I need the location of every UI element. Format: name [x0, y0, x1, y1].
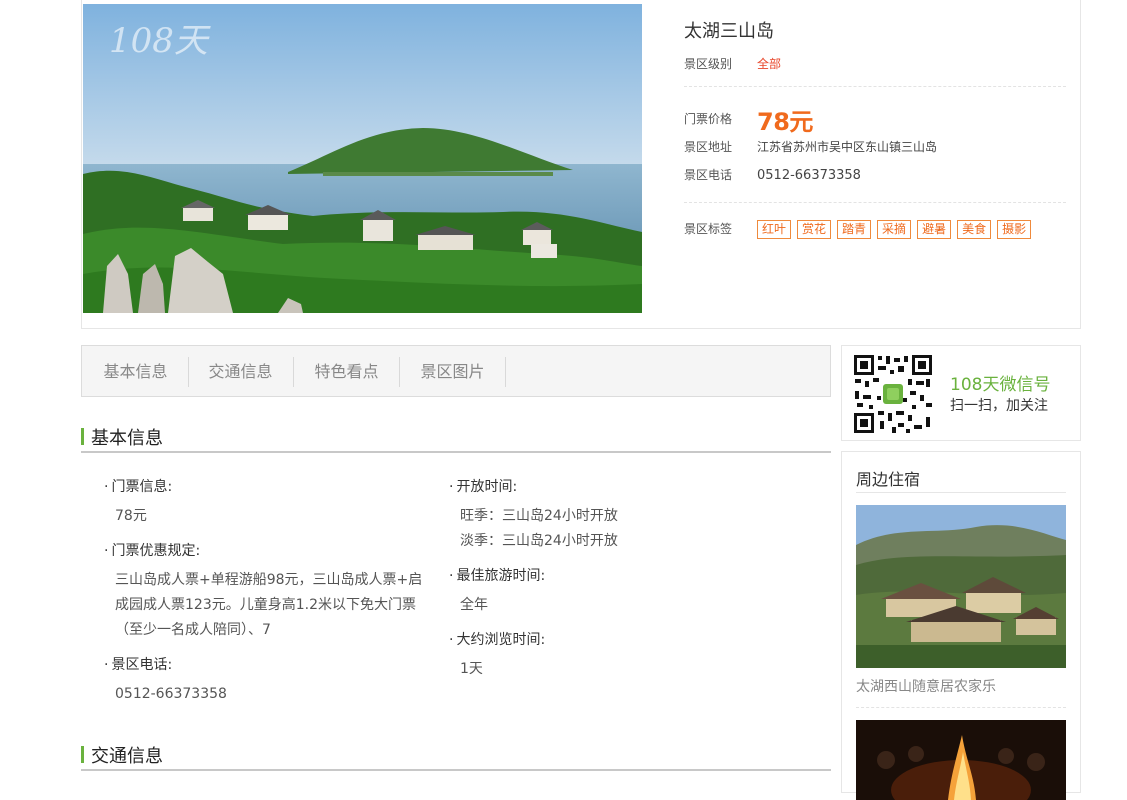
level-label: 景区级别 [684, 57, 733, 71]
scenic-tag[interactable]: 红叶 [757, 220, 792, 239]
level-row: 景区级别 全部 [684, 55, 781, 72]
tags-label: 景区标签 [684, 222, 733, 236]
scenic-hero-image[interactable]: 108天 [83, 4, 642, 313]
duration-value: 1天 [460, 661, 483, 677]
open-time-text: 旺季：三山岛24小时开放 淡季：三山岛24小时开放 [460, 504, 618, 554]
watermark-text: 108天 [109, 21, 211, 61]
price-label: 门票价格 [684, 112, 733, 126]
discount-text: 三山岛成人票+单程游船98元，三山岛成人票+启 成园成人票123元。儿童身高1.… [115, 568, 425, 643]
detail-tabs: 基本信息 交通信息 特色看点 景区图片 [81, 345, 831, 397]
divider [856, 492, 1066, 493]
scenic-tag[interactable]: 摄影 [997, 220, 1032, 239]
ticket-info-value: 78元 [115, 508, 147, 524]
level-value[interactable]: 全部 [757, 57, 781, 71]
phone-value: 0512-66373358 [757, 168, 861, 183]
tab-photos[interactable]: 景区图片 [400, 357, 506, 387]
scenic-title: 太湖三山岛 [684, 21, 774, 42]
nearby-lodging-card: 周边住宿 太湖西山随意居农家乐 [841, 451, 1081, 800]
wechat-title: 108天微信号 [950, 375, 1051, 395]
tag-list: 红叶 赏花 踏青 采摘 避暑 美食 摄影 [757, 220, 1037, 239]
open-time-line: 旺季：三山岛24小时开放 [460, 508, 618, 524]
price-value: 78元 [757, 108, 813, 136]
scenic-tag[interactable]: 美食 [957, 220, 992, 239]
tags-row: 景区标签 红叶 赏花 踏青 采摘 避暑 美食 摄影 [684, 220, 1037, 239]
basic-info-title: 基本信息 [91, 428, 163, 449]
discount-label: · 门票优惠规定: [104, 543, 201, 559]
tab-basic-info[interactable]: 基本信息 [83, 357, 189, 387]
lodging-image[interactable] [856, 720, 1066, 800]
ticket-info-label: · 门票信息: [104, 479, 173, 495]
traffic-info-title: 交通信息 [91, 746, 163, 767]
lodging-image[interactable] [856, 505, 1066, 668]
address-label: 景区地址 [684, 140, 733, 154]
address-row: 景区地址 江苏省苏州市吴中区东山镇三山岛 [684, 138, 937, 155]
scenic-tag[interactable]: 赏花 [797, 220, 832, 239]
phone-label: 景区电话 [684, 168, 733, 182]
address-value: 江苏省苏州市吴中区东山镇三山岛 [757, 140, 938, 154]
basic-info-heading: 基本信息 [81, 421, 831, 453]
qr-code-icon[interactable] [853, 354, 933, 434]
phone-info-value: 0512-66373358 [115, 686, 227, 702]
discount-line: 成园成人票123元。儿童身高1.2米以下免大门票 [115, 597, 416, 613]
best-time-value: 全年 [460, 597, 488, 613]
duration-label: · 大约浏览时间: [449, 632, 546, 648]
phone-row: 景区电话 0512-66373358 [684, 166, 861, 183]
divider [684, 202, 1066, 203]
tab-traffic-info[interactable]: 交通信息 [188, 357, 294, 387]
heading-accent-bar [81, 428, 84, 445]
scenic-tag[interactable]: 采摘 [877, 220, 912, 239]
phone-info-label: · 景区电话: [104, 657, 173, 673]
tab-highlights[interactable]: 特色看点 [294, 357, 400, 387]
traffic-info-heading: 交通信息 [81, 739, 831, 771]
heading-accent-bar [81, 746, 84, 763]
scenic-summary-card: 108天 太湖三山岛 景区级别 全部 门票价格 78元 景区地址 江苏省苏州市吴中区东… [81, 0, 1081, 329]
lodging-caption[interactable]: 太湖西山随意居农家乐 [856, 676, 996, 696]
discount-line: （至少一名成人陪同）、7 [115, 622, 271, 638]
discount-line: 三山岛成人票+单程游船98元，三山岛成人票+启 [115, 572, 423, 588]
scenic-tag[interactable]: 踏青 [837, 220, 872, 239]
open-time-line: 淡季：三山岛24小时开放 [460, 533, 618, 549]
nearby-title: 周边住宿 [856, 470, 921, 489]
best-time-label: · 最佳旅游时间: [449, 568, 546, 584]
divider [856, 707, 1066, 708]
wechat-card: 108天微信号 扫一扫，加关注 [841, 345, 1081, 441]
scenic-tag[interactable]: 避暑 [917, 220, 952, 239]
open-time-label: · 开放时间: [449, 479, 518, 495]
divider [684, 86, 1066, 87]
price-row: 门票价格 78元 [684, 102, 813, 137]
wechat-subtitle: 扫一扫，加关注 [950, 398, 1048, 414]
